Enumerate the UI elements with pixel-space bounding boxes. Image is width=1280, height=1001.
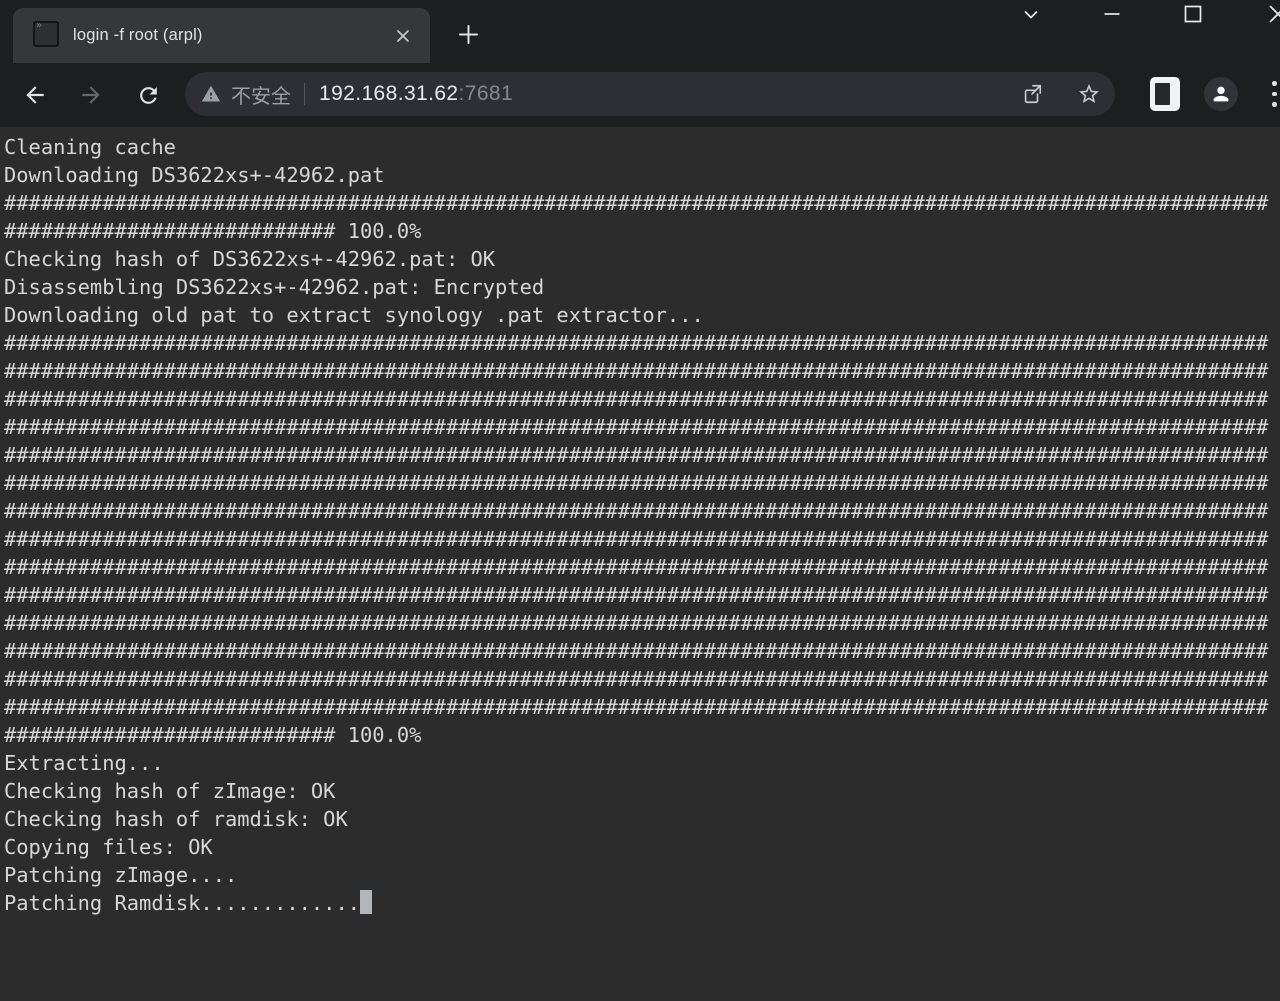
security-status-label[interactable]: 不安全 [231,80,291,109]
terminal-line: Cleaning cache [4,133,1280,161]
terminal-line: Checking hash of DS3622xs+-42962.pat: OK [4,245,1280,273]
terminal-line: Copying files: OK [4,833,1280,861]
address-bar[interactable]: 不安全 192.168.31.62:7681 [185,72,1115,116]
browser-toolbar: 不安全 192.168.31.62:7681 [0,63,1280,127]
terminal-line: ########################################… [4,665,1280,693]
terminal-favicon-icon: » [33,21,59,47]
bookmark-star-icon[interactable] [1072,77,1106,111]
terminal-line: ########################################… [4,637,1280,665]
terminal-lines: Cleaning cacheDownloading DS3622xs+-4296… [4,133,1280,917]
terminal-line: ########################################… [4,581,1280,609]
window-minimize-icon[interactable] [1098,0,1126,28]
tab-search-chevron-icon[interactable] [1017,1,1045,29]
new-tab-button[interactable] [455,21,481,47]
terminal-line: Checking hash of ramdisk: OK [4,805,1280,833]
terminal-line: ########################################… [4,693,1280,721]
profile-avatar[interactable] [1204,77,1238,111]
terminal-line: Downloading DS3622xs+-42962.pat [4,161,1280,189]
browser-window: » login -f root (arpl) [0,0,1280,1001]
web-terminal[interactable]: Cleaning cacheDownloading DS3622xs+-4296… [0,127,1280,1001]
reload-button[interactable] [131,78,165,112]
tab-title: login -f root (arpl) [73,8,203,63]
browser-menu-icon[interactable] [1263,77,1280,111]
terminal-line: ########################################… [4,413,1280,441]
terminal-line: ########################################… [4,189,1280,217]
browser-tab[interactable]: » login -f root (arpl) [13,8,430,63]
window-maximize-icon[interactable] [1179,0,1207,28]
terminal-line: ########################### 100.0% [4,217,1280,245]
share-icon[interactable] [1015,77,1049,111]
terminal-line: Extracting... [4,749,1280,777]
terminal-line: ########################### 100.0% [4,721,1280,749]
terminal-line: ########################################… [4,609,1280,637]
side-panel-icon[interactable] [1150,77,1180,111]
terminal-line: ########################################… [4,497,1280,525]
url-port: :7681 [459,82,514,105]
url-host: 192.168.31.62 [319,82,459,105]
warning-triangle-icon[interactable] [201,84,221,104]
terminal-line: ########################################… [4,469,1280,497]
terminal-line: ########################################… [4,525,1280,553]
tab-strip: » login -f root (arpl) [0,0,1280,63]
terminal-line: ########################################… [4,385,1280,413]
terminal-cursor [360,890,372,914]
forward-button[interactable] [74,78,108,112]
window-close-icon[interactable] [1264,0,1280,28]
terminal-line: Checking hash of zImage: OK [4,777,1280,805]
terminal-line: ########################################… [4,553,1280,581]
back-button[interactable] [18,78,52,112]
terminal-line: Downloading old pat to extract synology … [4,301,1280,329]
tab-close-icon[interactable] [392,25,414,47]
omnibox-divider [304,83,305,105]
url-text[interactable]: 192.168.31.62:7681 [319,82,513,106]
terminal-line: ########################################… [4,329,1280,357]
terminal-line: ########################################… [4,441,1280,469]
terminal-line: Disassembling DS3622xs+-42962.pat: Encry… [4,273,1280,301]
terminal-line: ########################################… [4,357,1280,385]
terminal-line: Patching Ramdisk............. [4,889,1280,917]
terminal-line: Patching zImage.... [4,861,1280,889]
